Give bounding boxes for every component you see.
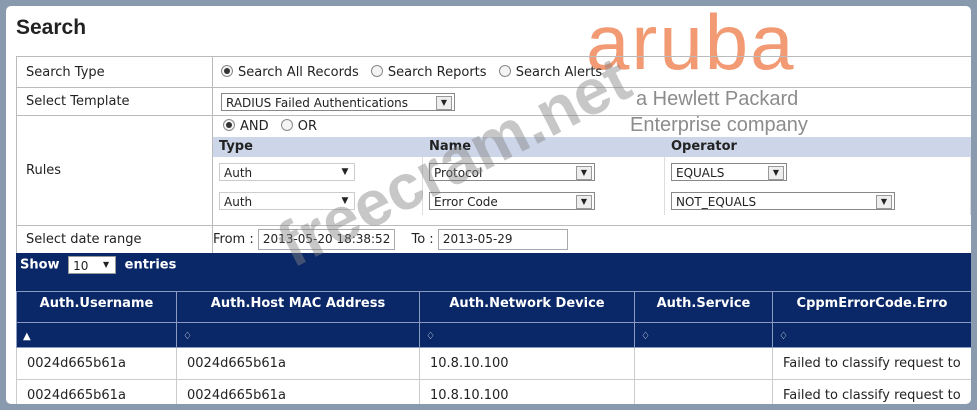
sort-icon[interactable]: ♢ bbox=[426, 331, 435, 342]
select-template-label: Select Template bbox=[16, 87, 213, 116]
rules-col-type: Type bbox=[219, 139, 253, 154]
table-row[interactable]: 0024d665b61a 0024d665b61a 10.8.10.100 Fa… bbox=[16, 379, 971, 404]
rules-label: Rules bbox=[16, 115, 213, 226]
rule-operator-select[interactable]: EQUALS ▼ bbox=[671, 162, 787, 181]
page-title: Search bbox=[16, 16, 87, 39]
rules-header: Type Name Operator bbox=[213, 137, 971, 157]
rules-col-name: Name bbox=[429, 139, 472, 154]
cell-service bbox=[634, 379, 773, 404]
col-auth-username[interactable]: Auth.Username ▲ bbox=[16, 291, 177, 348]
results-toolbar: Show 10 ▼ entries bbox=[16, 253, 971, 291]
cell-mac: 0024d665b61a bbox=[176, 379, 420, 404]
results-panel: Show 10 ▼ entries Auth.Username ▲ Auth.Hos… bbox=[16, 253, 971, 404]
or-radio[interactable]: OR bbox=[280, 119, 317, 134]
results-table: Auth.Username ▲ Auth.Host MAC Address ♢ Au… bbox=[16, 291, 971, 404]
rule-name-select[interactable]: Error Code ▼ bbox=[429, 191, 595, 210]
rule-row: Auth ▼ Protocol ▼ EQUALS ▼ bbox=[213, 157, 971, 186]
chevron-down-icon[interactable]: ▼ bbox=[876, 194, 892, 209]
cell-username: 0024d665b61a bbox=[16, 347, 177, 380]
to-date-input[interactable]: 2013-05-29 18:38:51 bbox=[437, 229, 568, 265]
template-select[interactable]: RADIUS Failed Authentications ▼ bbox=[221, 92, 455, 111]
date-range-label: Select date range bbox=[16, 225, 213, 254]
search-reports-radio[interactable]: Search Reports bbox=[370, 64, 487, 80]
rule-type-select[interactable]: Auth ▼ bbox=[219, 191, 355, 210]
rules-logic: AND OR bbox=[221, 116, 971, 137]
search-type-label: Search Type bbox=[16, 56, 213, 88]
cell-network-device: 10.8.10.100 bbox=[419, 379, 635, 404]
rule-name-select[interactable]: Protocol ▼ bbox=[429, 162, 595, 181]
search-alerts-radio[interactable]: Search Alerts bbox=[498, 64, 602, 80]
from-label: From : bbox=[213, 232, 254, 247]
sort-icon[interactable]: ♢ bbox=[183, 331, 192, 342]
col-auth-network-device[interactable]: Auth.Network Device ♢ bbox=[419, 291, 635, 348]
radio-icon[interactable] bbox=[370, 64, 383, 77]
chevron-down-icon[interactable]: ▼ bbox=[768, 165, 784, 180]
cell-mac: 0024d665b61a bbox=[176, 347, 420, 380]
radio-icon[interactable] bbox=[221, 64, 233, 77]
cell-error-code: Failed to classify request to bbox=[772, 347, 971, 380]
search-type-options: Search All Records Search Reports Search… bbox=[212, 56, 971, 88]
search-page: Search aruba a Hewlett Packard Enterpris… bbox=[6, 6, 971, 404]
search-all-records-radio[interactable]: Search All Records bbox=[221, 64, 359, 80]
radio-icon[interactable] bbox=[223, 119, 235, 131]
radio-icon[interactable] bbox=[280, 119, 293, 131]
sort-icon[interactable]: ♢ bbox=[641, 331, 650, 342]
from-date-input[interactable]: 2013-05-20 18:38:52 bbox=[257, 229, 396, 250]
chevron-down-icon[interactable]: ▼ bbox=[99, 259, 113, 271]
page-size-select[interactable]: 10 ▼ bbox=[68, 256, 117, 274]
and-radio[interactable]: AND bbox=[223, 119, 269, 134]
cell-error-code: Failed to classify request to bbox=[772, 379, 971, 404]
chevron-down-icon[interactable]: ▼ bbox=[338, 195, 352, 207]
rule-operator-select[interactable]: NOT_EQUALS ▼ bbox=[671, 191, 895, 210]
cell-network-device: 10.8.10.100 bbox=[419, 347, 635, 380]
search-form: Search Type Search All Records Search Re… bbox=[16, 56, 971, 265]
radio-icon[interactable] bbox=[498, 64, 511, 77]
cell-username: 0024d665b61a bbox=[16, 379, 177, 404]
chevron-down-icon[interactable]: ▼ bbox=[338, 166, 352, 178]
table-header-row: Auth.Username ▲ Auth.Host MAC Address ♢ Au… bbox=[16, 291, 971, 348]
rule-row: Auth ▼ Error Code ▼ NOT_EQUALS ▼ bbox=[213, 186, 971, 215]
chevron-down-icon[interactable]: ▼ bbox=[576, 165, 592, 180]
col-auth-host-mac[interactable]: Auth.Host MAC Address ♢ bbox=[176, 291, 420, 348]
rules-col-operator: Operator bbox=[671, 139, 737, 154]
chevron-down-icon[interactable]: ▼ bbox=[576, 194, 592, 209]
col-cppm-error-code[interactable]: CppmErrorCode.Erro ♢ bbox=[772, 291, 971, 348]
to-label: To : bbox=[411, 232, 434, 247]
rule-type-select[interactable]: Auth ▼ bbox=[219, 162, 355, 181]
col-auth-service[interactable]: Auth.Service ♢ bbox=[634, 291, 773, 348]
sort-icon[interactable]: ♢ bbox=[779, 331, 788, 342]
sort-asc-icon[interactable]: ▲ bbox=[23, 331, 31, 342]
table-row[interactable]: 0024d665b61a 0024d665b61a 10.8.10.100 Fa… bbox=[16, 347, 971, 380]
entries-label: entries bbox=[124, 257, 177, 273]
chevron-down-icon[interactable]: ▼ bbox=[436, 95, 452, 110]
show-label: Show bbox=[20, 257, 60, 273]
cell-service bbox=[634, 347, 773, 380]
